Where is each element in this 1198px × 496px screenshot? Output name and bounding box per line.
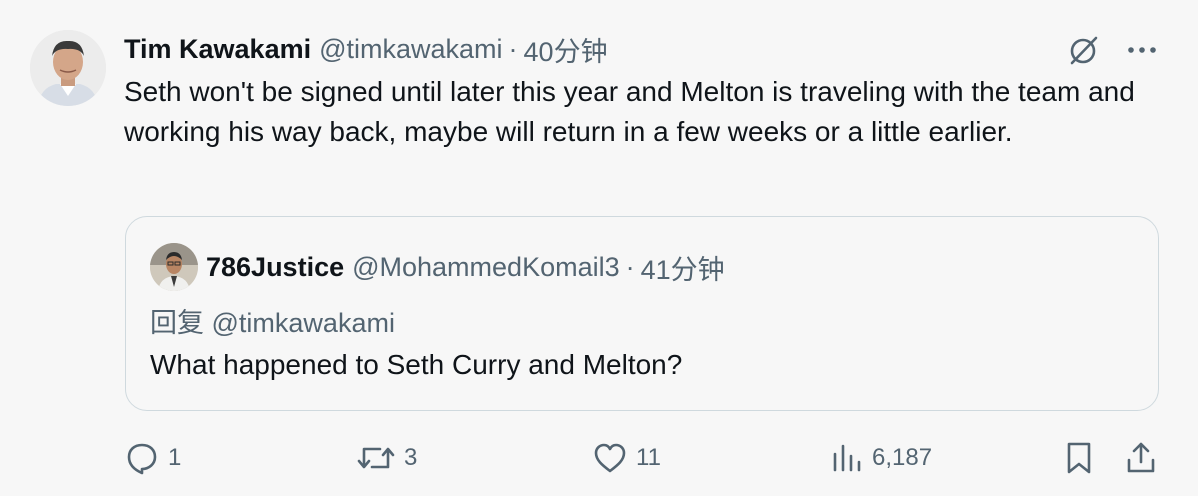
repost-icon: [357, 447, 395, 469]
quoted-author-display-name[interactable]: 786Justice: [206, 252, 344, 283]
quoted-author-handle[interactable]: @MohammedKomail3: [352, 252, 620, 283]
heart-icon: [594, 443, 626, 473]
quoted-tweet-timestamp[interactable]: 41分钟: [641, 248, 725, 287]
author-handle[interactable]: @timkawakami: [319, 34, 502, 65]
quoted-author-avatar[interactable]: [150, 243, 198, 291]
more-options-button[interactable]: [1122, 30, 1162, 70]
share-icon: [1127, 442, 1155, 473]
tweet-timestamp[interactable]: 40分钟: [524, 30, 608, 69]
reply-to-handle[interactable]: @timkawakami: [212, 308, 395, 338]
like-button[interactable]: 11: [592, 436, 661, 480]
author-display-name[interactable]: Tim Kawakami: [124, 34, 311, 65]
quoted-tweet-header: 786Justice @MohammedKomail3 · 41分钟: [150, 243, 725, 291]
avatar-photo-icon: [150, 243, 198, 291]
quoted-tweet-text: What happened to Seth Curry and Melton?: [150, 349, 683, 380]
grok-button[interactable]: [1064, 30, 1104, 70]
grok-icon: [1070, 36, 1098, 65]
tweet-card[interactable]: Tim Kawakami @timkawakami · 40分钟 Seth wo…: [0, 0, 1198, 496]
share-button[interactable]: [1124, 436, 1158, 480]
tweet-header: Tim Kawakami @timkawakami · 40分钟: [124, 30, 608, 69]
avatar-photo-icon: [30, 30, 106, 106]
quoted-reply-context: 回复 @timkawakami: [150, 301, 395, 340]
tweet-action-bar: 1 3 11 6,187: [124, 436, 1164, 480]
quoted-tweet[interactable]: 786Justice @MohammedKomail3 · 41分钟 回复 @t…: [125, 216, 1159, 411]
author-avatar[interactable]: [30, 30, 106, 106]
repost-count: 3: [404, 444, 418, 471]
repost-button[interactable]: 3: [356, 436, 417, 480]
tweet-text: Seth won't be signed until later this ye…: [124, 76, 1135, 147]
separator-dot: ·: [508, 33, 518, 64]
reply-prefix: 回复: [150, 308, 204, 338]
more-icon: [1128, 47, 1156, 53]
views-icon: [833, 444, 861, 472]
reply-count: 1: [168, 444, 182, 471]
views-count: 6,187: [872, 444, 933, 471]
separator-dot: ·: [625, 251, 635, 282]
reply-icon: [127, 443, 157, 475]
views-button[interactable]: 6,187: [830, 436, 932, 480]
bookmark-button[interactable]: [1064, 436, 1094, 480]
tweet-top-actions: [1064, 30, 1162, 70]
reply-button[interactable]: 1: [124, 436, 181, 480]
bookmark-icon: [1067, 442, 1091, 474]
like-count: 11: [636, 444, 661, 471]
